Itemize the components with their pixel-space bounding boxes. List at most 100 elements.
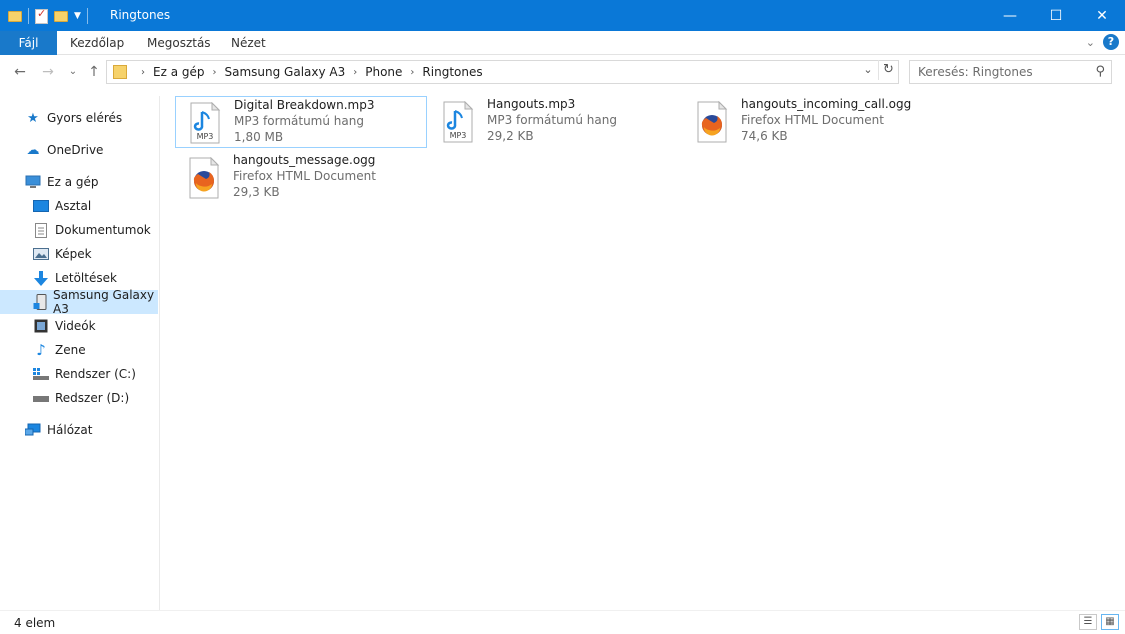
sidebar-item-label: Képek bbox=[55, 247, 92, 261]
sidebar-item-label: Samsung Galaxy A3 bbox=[53, 288, 155, 316]
minimize-button[interactable]: — bbox=[987, 0, 1033, 31]
star-icon: ★ bbox=[27, 110, 39, 126]
toolbar-divider bbox=[86, 8, 88, 24]
file-type: MP3 formátumú hang bbox=[487, 113, 617, 127]
address-history-chevron-icon[interactable]: ⌄ bbox=[858, 60, 878, 80]
sidebar-item-drive-d[interactable]: Redszer (D:) bbox=[0, 386, 158, 410]
chevron-right-icon[interactable]: › bbox=[141, 67, 145, 78]
breadcrumb-ringtones[interactable]: Ringtones bbox=[422, 65, 482, 79]
new-folder-icon[interactable] bbox=[54, 10, 68, 22]
desktop-icon bbox=[33, 198, 49, 214]
file-name: Hangouts.mp3 bbox=[487, 97, 576, 111]
sidebar-item-network[interactable]: Hálózat bbox=[0, 418, 158, 442]
recent-locations-chevron-icon[interactable]: ⌄ bbox=[63, 62, 83, 82]
file-size: 74,6 KB bbox=[741, 129, 788, 143]
sidebar-item-samsung-galaxy-a3[interactable]: Samsung Galaxy A3 bbox=[0, 288, 158, 316]
tab-home[interactable]: Kezdőlap bbox=[70, 31, 124, 55]
file-size: 29,2 KB bbox=[487, 129, 534, 143]
address-bar[interactable]: › Ez a gép › Samsung Galaxy A3 › Phone ›… bbox=[106, 60, 899, 84]
properties-icon[interactable] bbox=[35, 7, 48, 24]
phone-icon bbox=[33, 294, 47, 310]
file-item-hangouts-mp3[interactable]: MP3 Hangouts.mp3 MP3 formátumú hang 29,2… bbox=[429, 96, 681, 148]
breadcrumb: › Ez a gép › Samsung Galaxy A3 › Phone ›… bbox=[133, 61, 483, 83]
svg-text:MP3: MP3 bbox=[450, 131, 467, 140]
sidebar-item-label: Asztal bbox=[55, 199, 92, 213]
sidebar-item-pictures[interactable]: Képek bbox=[0, 242, 158, 266]
chevron-right-icon[interactable]: › bbox=[410, 67, 414, 78]
drive-d-icon bbox=[33, 390, 49, 406]
sidebar-item-this-pc[interactable]: Ez a gép bbox=[0, 170, 158, 194]
mp3-file-icon: MP3 bbox=[441, 100, 475, 143]
file-item-hangouts-incoming-call[interactable]: hangouts_incoming_call.ogg Firefox HTML … bbox=[683, 96, 935, 148]
sidebar-item-desktop[interactable]: Asztal bbox=[0, 194, 158, 218]
drive-c-icon bbox=[33, 366, 49, 382]
music-icon: ♪ bbox=[36, 341, 46, 359]
sidebar-item-label: Videók bbox=[55, 319, 96, 333]
sidebar-item-drive-c[interactable]: Rendszer (C:) bbox=[0, 362, 158, 386]
up-button[interactable]: ↑ bbox=[84, 62, 104, 82]
expand-ribbon-chevron-icon[interactable]: ⌄ bbox=[1086, 36, 1095, 49]
download-icon bbox=[33, 270, 49, 286]
chevron-right-icon[interactable]: › bbox=[212, 67, 216, 78]
search-box: ⚲ bbox=[909, 60, 1112, 84]
firefox-file-icon bbox=[187, 156, 221, 199]
tab-view[interactable]: Nézet bbox=[231, 31, 266, 55]
sidebar-item-downloads[interactable]: Letöltések bbox=[0, 266, 158, 290]
close-button[interactable]: ✕ bbox=[1079, 0, 1125, 31]
navigation-pane: ★ Gyors elérés ☁ OneDrive Ez a gép Aszta… bbox=[0, 96, 160, 610]
window-controls: — ☐ ✕ bbox=[987, 0, 1125, 31]
tab-file[interactable]: Fájl bbox=[0, 31, 57, 55]
computer-icon bbox=[25, 174, 41, 190]
maximize-button[interactable]: ☐ bbox=[1033, 0, 1079, 31]
customize-toolbar-chevron-icon[interactable]: ▼ bbox=[74, 11, 81, 21]
breadcrumb-phone[interactable]: Phone bbox=[365, 65, 402, 79]
chevron-right-icon[interactable]: › bbox=[353, 67, 357, 78]
help-icon[interactable]: ? bbox=[1103, 34, 1119, 50]
sidebar-item-label: Zene bbox=[55, 343, 86, 357]
ribbon-tabs: Fájl Kezdőlap Megosztás Nézet ⌄ ? bbox=[0, 31, 1125, 55]
cloud-icon: ☁ bbox=[26, 142, 40, 158]
sidebar-item-label: Letöltések bbox=[55, 271, 117, 285]
search-input[interactable] bbox=[918, 61, 1088, 83]
ribbon-right-controls: ⌄ ? bbox=[1086, 34, 1119, 50]
file-type: Firefox HTML Document bbox=[233, 169, 376, 183]
mp3-file-icon: MP3 bbox=[188, 101, 222, 144]
video-icon bbox=[33, 318, 49, 334]
search-icon[interactable]: ⚲ bbox=[1095, 64, 1105, 79]
svg-text:MP3: MP3 bbox=[197, 132, 214, 141]
sidebar-item-label: Hálózat bbox=[47, 423, 93, 437]
file-name: hangouts_incoming_call.ogg bbox=[741, 97, 912, 111]
quick-access-toolbar: ▼ bbox=[8, 6, 88, 26]
sidebar-item-videos[interactable]: Videók bbox=[0, 314, 158, 338]
file-name: Digital Breakdown.mp3 bbox=[234, 98, 375, 112]
file-item-hangouts-message[interactable]: hangouts_message.ogg Firefox HTML Docume… bbox=[175, 152, 427, 204]
sidebar-item-onedrive[interactable]: ☁ OneDrive bbox=[0, 138, 158, 162]
forward-button[interactable]: → bbox=[38, 62, 58, 82]
toolbar-divider bbox=[28, 8, 29, 24]
back-button[interactable]: ← bbox=[10, 62, 30, 82]
breadcrumb-this-pc[interactable]: Ez a gép bbox=[153, 65, 204, 79]
file-size: 1,80 MB bbox=[234, 130, 284, 144]
sidebar-item-quick-access[interactable]: ★ Gyors elérés bbox=[0, 106, 158, 130]
sidebar-item-music[interactable]: ♪ Zene bbox=[0, 338, 158, 362]
sidebar-item-label: Dokumentumok bbox=[55, 223, 151, 237]
pictures-icon bbox=[33, 246, 49, 262]
sidebar-item-label: Rendszer (C:) bbox=[55, 367, 136, 381]
document-icon bbox=[33, 222, 49, 238]
sidebar-item-documents[interactable]: Dokumentumok bbox=[0, 218, 158, 242]
sidebar-item-label: OneDrive bbox=[47, 143, 104, 157]
status-bar: 4 elem ☰ ▦ bbox=[0, 610, 1125, 634]
tab-share[interactable]: Megosztás bbox=[147, 31, 211, 55]
tiles-view-icon[interactable]: ▦ bbox=[1101, 614, 1119, 630]
sidebar-item-label: Gyors elérés bbox=[47, 111, 123, 125]
network-icon bbox=[25, 422, 41, 438]
file-size: 29,3 KB bbox=[233, 185, 280, 199]
view-switcher: ☰ ▦ bbox=[1079, 614, 1119, 630]
refresh-button[interactable]: ↻ bbox=[878, 60, 898, 80]
breadcrumb-samsung-galaxy-a3[interactable]: Samsung Galaxy A3 bbox=[224, 65, 345, 79]
file-item-digital-breakdown[interactable]: MP3 Digital Breakdown.mp3 MP3 formátumú … bbox=[175, 96, 427, 148]
folder-icon bbox=[113, 65, 127, 79]
details-view-icon[interactable]: ☰ bbox=[1079, 614, 1097, 630]
file-name: hangouts_message.ogg bbox=[233, 153, 376, 167]
folder-icon bbox=[8, 10, 22, 22]
